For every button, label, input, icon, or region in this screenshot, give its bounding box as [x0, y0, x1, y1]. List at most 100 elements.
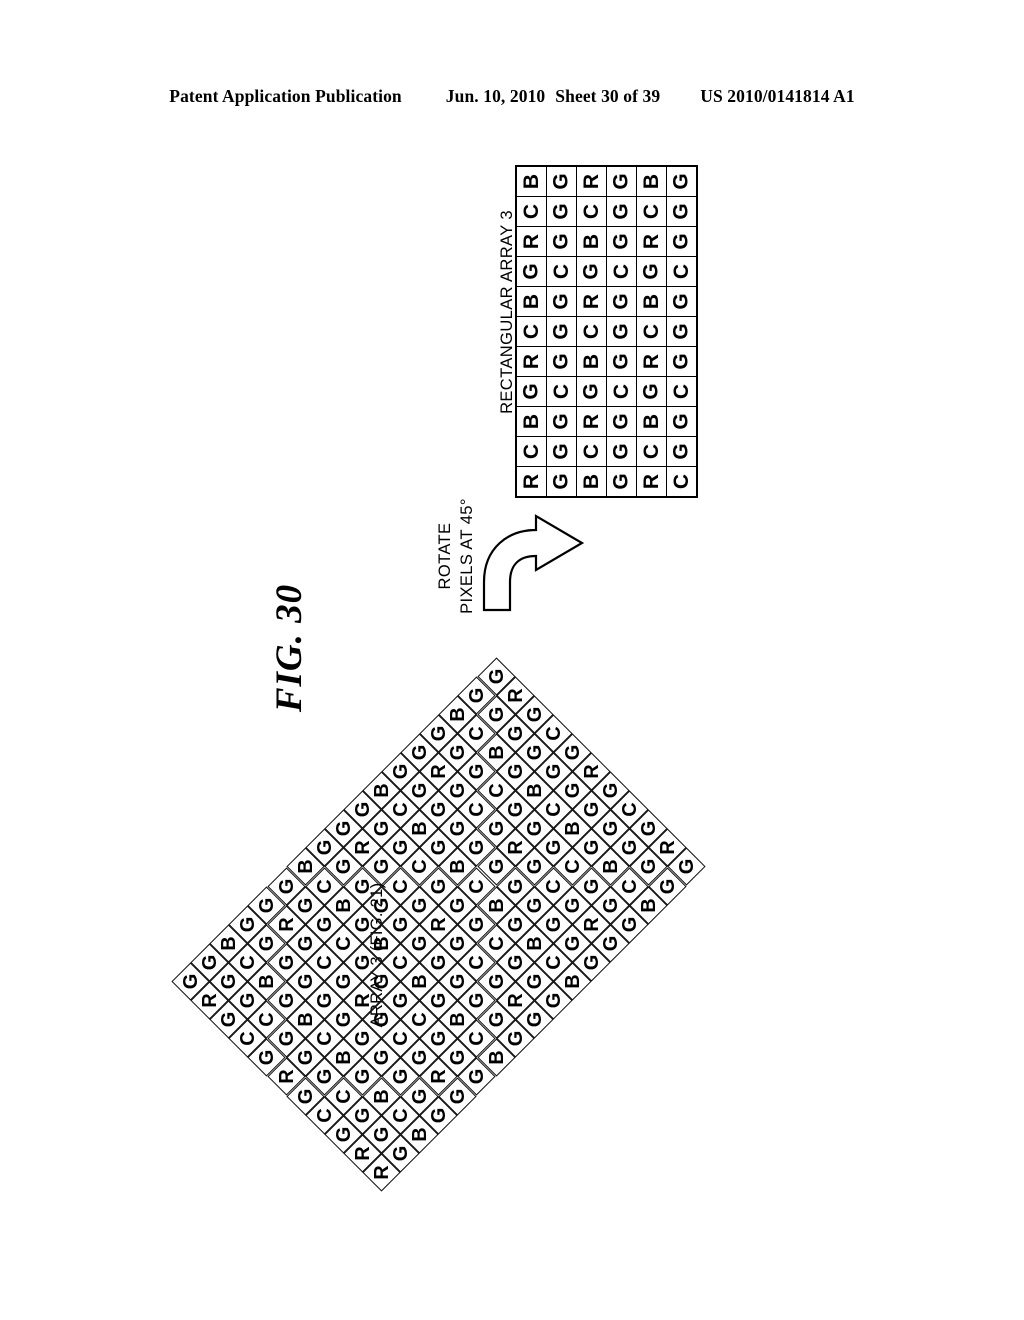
rect-array-cell-label: C	[669, 263, 693, 279]
rect-array-cell: C	[546, 376, 577, 407]
rect-array-row: GCGCGC	[515, 376, 698, 407]
rect-array-cell: G	[666, 316, 698, 347]
diamond-array: GRGCGRGCGRGGGGGGGGGGGGBCBGBCBGBCBGGGCGGG…	[171, 656, 764, 1262]
header-document-number: US 2010/0141814 A1	[700, 86, 855, 106]
rect-array-cell-label: B	[519, 413, 543, 429]
rect-array-cell: C	[636, 436, 667, 467]
rect-array-cell: G	[546, 286, 577, 317]
rect-array-cell: G	[666, 406, 698, 437]
rect-array-cell: G	[515, 256, 547, 287]
rect-array-row: BGRGBG	[515, 286, 698, 317]
rect-array-cell: R	[576, 286, 607, 317]
rect-array-cell-label: G	[610, 232, 633, 250]
rectangular-array: BGRGBGCGCGCGRGBGRGGCGCGCBGRGBGCGCGCGRGBG…	[515, 165, 698, 498]
rect-array-cell-label: G	[520, 262, 543, 280]
rect-array-cell: C	[515, 436, 547, 467]
rect-array-cell-label: C	[609, 263, 633, 279]
rect-array-cell-label: B	[519, 173, 543, 189]
rect-array-cell-label: G	[550, 322, 573, 340]
rect-array-cell-label: R	[579, 173, 603, 189]
rect-array-cell: C	[636, 316, 667, 347]
rect-array-cell: C	[606, 376, 637, 407]
rect-array-cell: C	[666, 376, 698, 407]
rect-array-cell: B	[636, 286, 667, 317]
rect-array-cell-label: G	[670, 232, 693, 250]
rect-array-cell-label: G	[550, 232, 573, 250]
rect-array-cell: G	[666, 346, 698, 377]
rect-array-cell-label: G	[670, 172, 693, 190]
rect-array-cell-label: G	[580, 382, 603, 400]
header-date: Jun. 10, 2010	[445, 86, 546, 106]
rect-array-cell: G	[546, 165, 577, 197]
rect-array-cell-label: R	[639, 353, 663, 369]
rect-array-cell: G	[606, 466, 637, 498]
rect-array-row: RGBGRG	[515, 346, 698, 377]
rect-array-cell: C	[576, 436, 607, 467]
rect-array-cell-label: C	[669, 383, 693, 399]
rect-array-cell: G	[666, 436, 698, 467]
rect-array-cell: B	[515, 286, 547, 317]
rect-array-cell: C	[666, 466, 698, 498]
rect-array-row: CGCGCG	[515, 316, 698, 347]
rect-array-cell: B	[515, 406, 547, 437]
rect-array-cell: G	[576, 256, 607, 287]
rect-array-cell: G	[636, 376, 667, 407]
rect-array-cell-label: G	[520, 382, 543, 400]
rect-array-cell: G	[606, 436, 637, 467]
rect-array-cell: G	[666, 226, 698, 257]
rect-array-cell-label: C	[549, 263, 573, 279]
rect-array-cell: G	[636, 256, 667, 287]
rect-array-cell-label: G	[550, 412, 573, 430]
rect-array-cell: G	[546, 196, 577, 227]
rect-array-cell: R	[636, 466, 667, 498]
rect-array-cell: G	[515, 376, 547, 407]
patent-figure-page: Patent Application Publication Jun. 10, …	[0, 0, 1024, 1320]
rect-array-cell-label: B	[639, 173, 663, 189]
rect-array-cell: C	[666, 256, 698, 287]
rect-array-cell-label: G	[670, 412, 693, 430]
rect-array-cell: C	[546, 256, 577, 287]
rect-array-row: RGBGRC	[515, 466, 698, 498]
rect-array-cell-label: C	[639, 443, 663, 459]
rect-array-cell-label: C	[639, 203, 663, 219]
rect-array-cell: G	[606, 346, 637, 377]
rect-array-cell: G	[606, 316, 637, 347]
rect-array-cell-label: G	[640, 382, 663, 400]
rect-array-cell-label: C	[549, 383, 573, 399]
rect-array-cell-label: C	[579, 203, 603, 219]
rect-array-cell: B	[576, 466, 607, 498]
rect-array-cell: C	[606, 256, 637, 287]
rect-array-cell: G	[546, 226, 577, 257]
rect-array-cell-label: R	[519, 233, 543, 249]
rect-array-cell-label: R	[579, 413, 603, 429]
rect-array-cell: C	[515, 196, 547, 227]
rect-array-cell-label: B	[639, 413, 663, 429]
rect-array-cell-label: R	[579, 293, 603, 309]
rect-array-cell-label: G	[610, 202, 633, 220]
rect-array-cell-label: G	[550, 172, 573, 190]
rect-array-cell: G	[666, 196, 698, 227]
rect-array-cell: G	[546, 346, 577, 377]
rect-array-cell: B	[515, 165, 547, 197]
rect-array-cell-label: G	[670, 202, 693, 220]
curved-arrow-right-icon	[470, 512, 590, 612]
rect-array-cell: C	[515, 316, 547, 347]
rect-array-cell: R	[515, 346, 547, 377]
rect-array-cell-label: G	[550, 202, 573, 220]
rect-array-cell-label: G	[610, 412, 633, 430]
rect-array-cell: C	[576, 316, 607, 347]
rect-array-cell-label: C	[669, 473, 693, 489]
rect-array-row: BGRGBG	[515, 406, 698, 437]
rect-array-cell-label: G	[670, 352, 693, 370]
rotate-note-line1: ROTATE	[436, 522, 454, 590]
rect-array-cell: C	[636, 196, 667, 227]
rect-array-cell: R	[576, 165, 607, 197]
rect-array-cell: G	[606, 286, 637, 317]
page-header: Patent Application Publication Jun. 10, …	[0, 86, 1024, 107]
rect-array-cell-label: G	[550, 352, 573, 370]
rect-array-row: GCGCGC	[515, 256, 698, 287]
rect-array-cell-label: C	[579, 323, 603, 339]
rect-array-cell: G	[546, 436, 577, 467]
rect-array-cell: G	[546, 406, 577, 437]
rect-array-cell-label: C	[519, 443, 543, 459]
